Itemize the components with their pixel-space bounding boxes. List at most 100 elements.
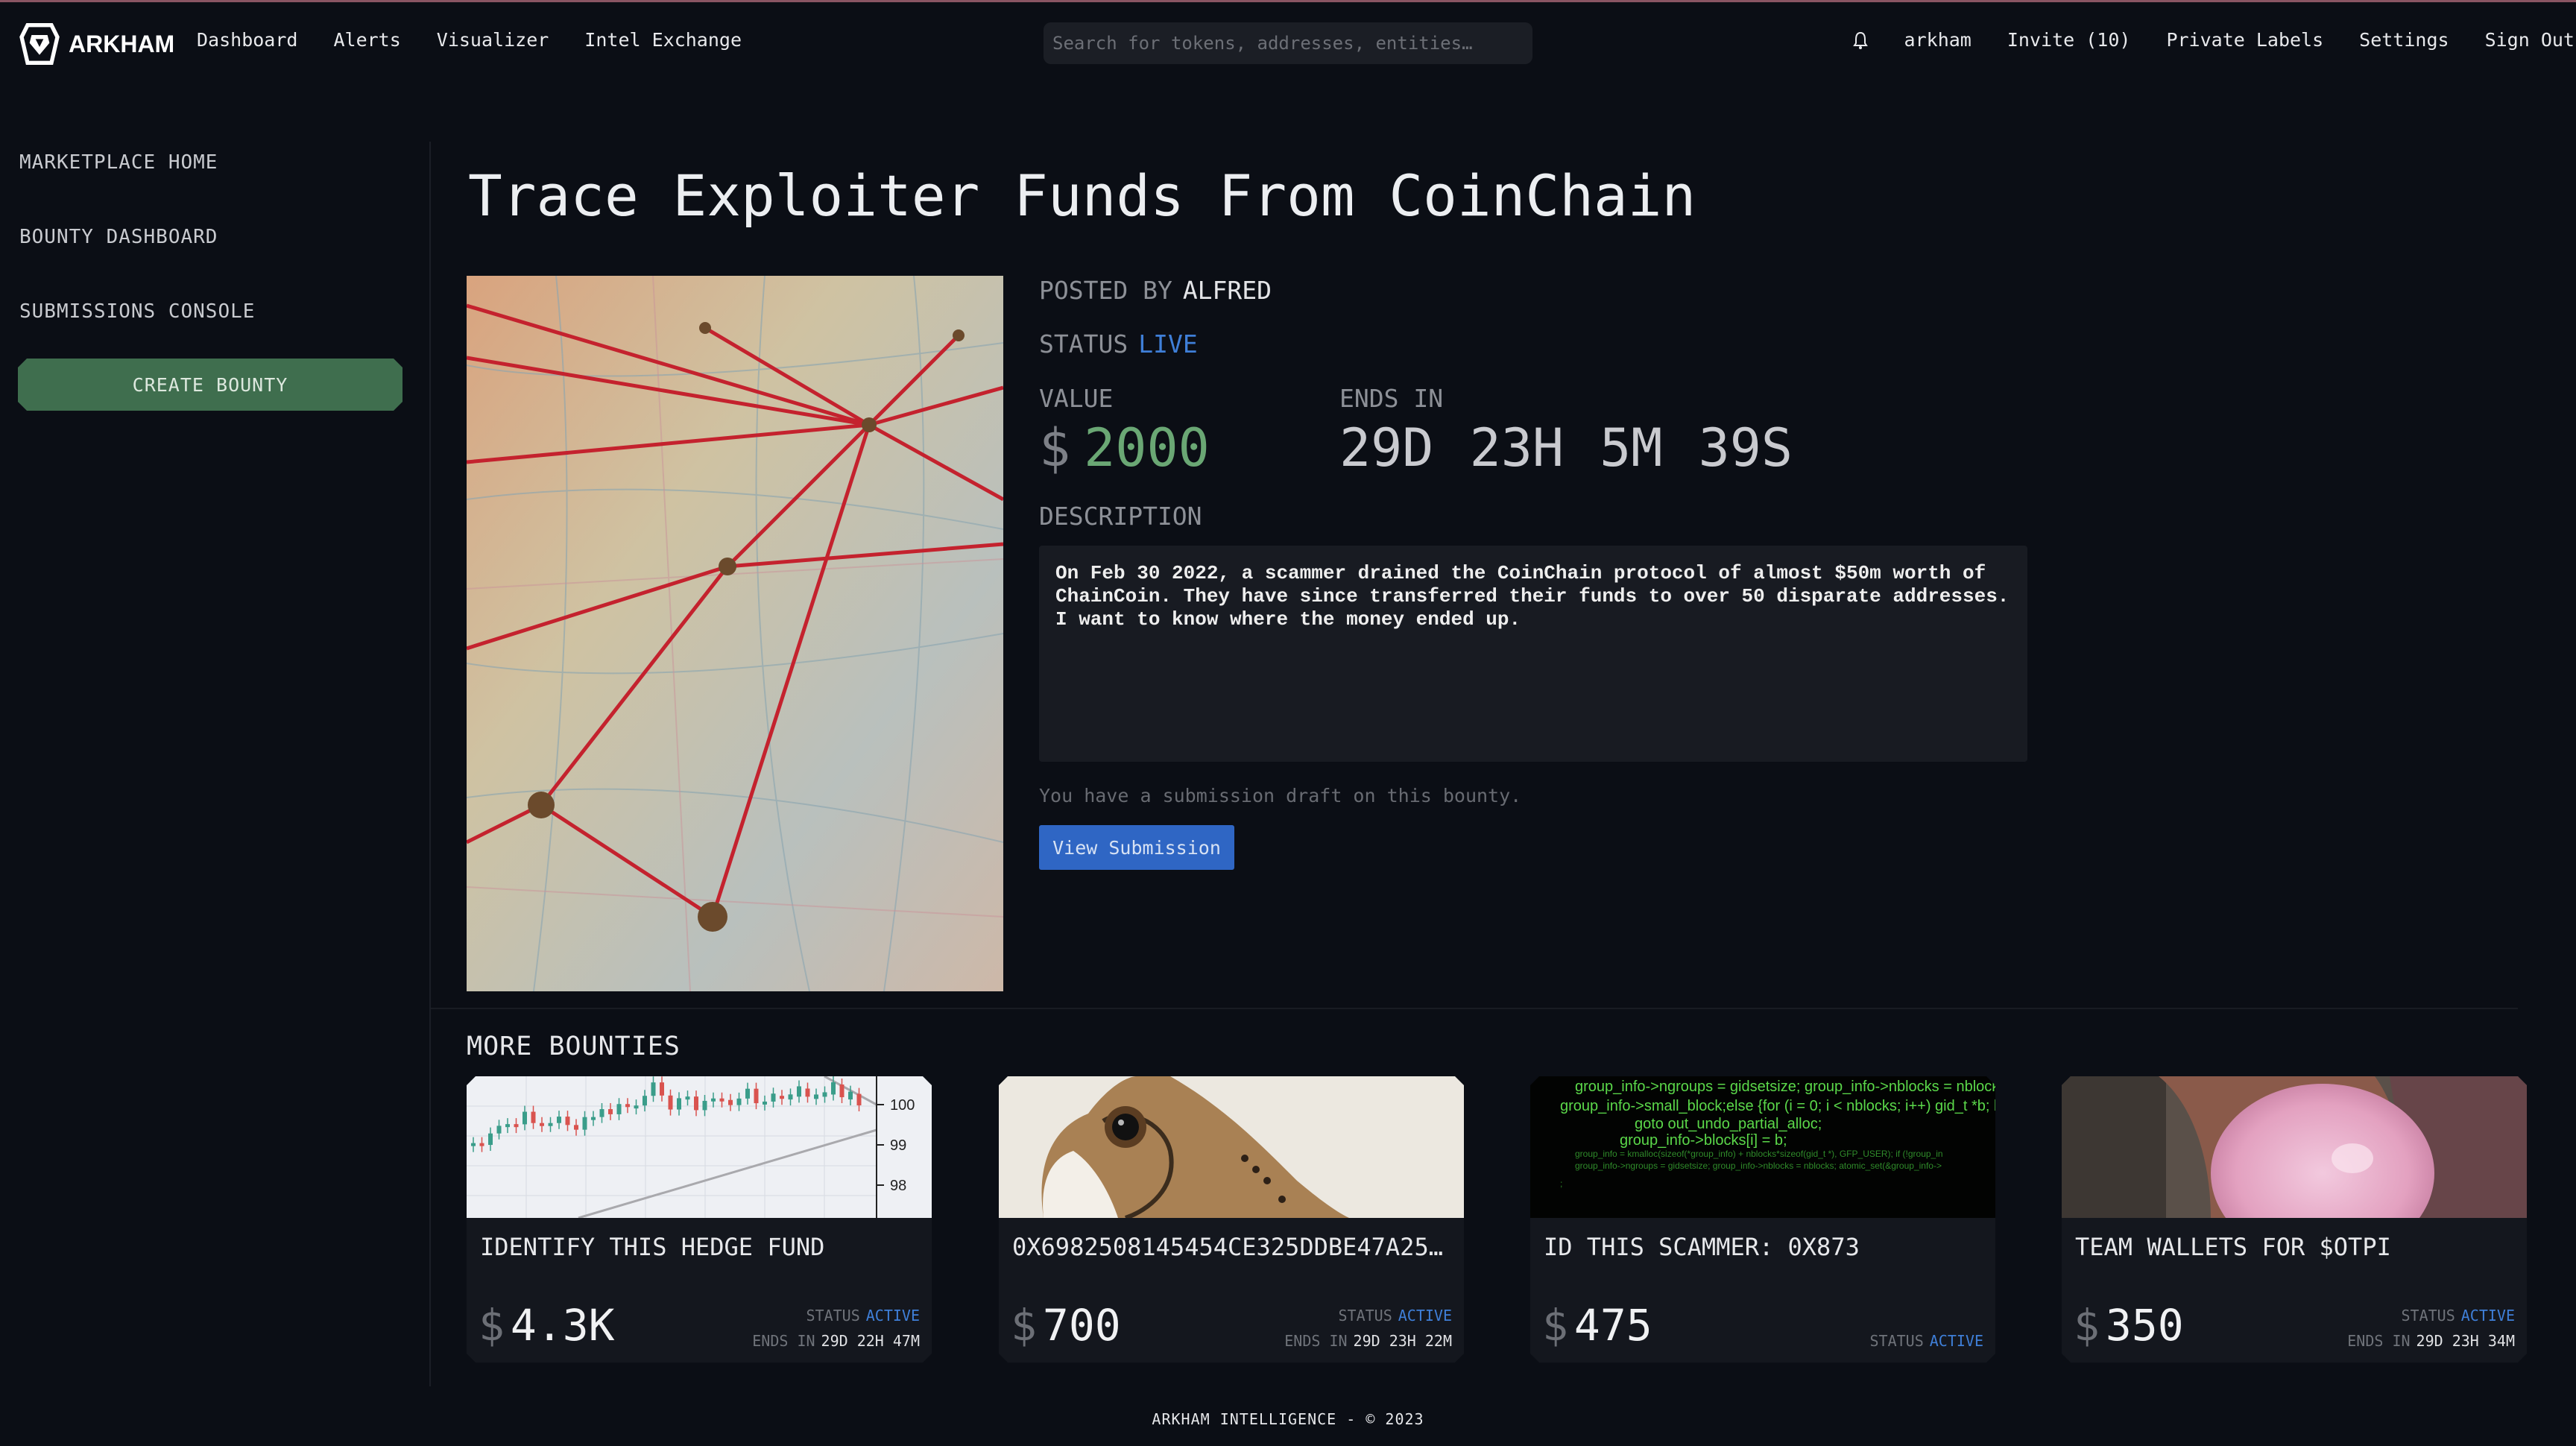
card-status-label: STATUS (2401, 1307, 2455, 1325)
card-ends-label: ENDS IN (1284, 1332, 1348, 1350)
candle-body (711, 1099, 716, 1102)
candle-body (471, 1143, 476, 1146)
card-value: $700 (1011, 1300, 1121, 1351)
candle-body (848, 1092, 853, 1099)
currency-symbol: $ (479, 1300, 505, 1351)
candle-body (857, 1094, 862, 1105)
more-bounties-title: MORE BOUNTIES (467, 1032, 681, 1061)
card-value-amount: 475 (1573, 1300, 1652, 1351)
card-status-label: STATUS (1869, 1332, 1924, 1350)
card-status-label: STATUS (806, 1307, 860, 1325)
card-ends-value: 29D 23H 34M (2416, 1332, 2515, 1350)
sidebar-item-marketplace-home[interactable]: MARKETPLACE HOME (19, 151, 218, 174)
view-submission-button[interactable]: View Submission (1039, 825, 1234, 870)
user-nav: arkham Invite (10) Private Labels Settin… (1852, 29, 2576, 51)
invite-link[interactable]: Invite (10) (2007, 29, 2131, 51)
sidebar-item-bounty-dashboard[interactable]: BOUNTY DASHBOARD (19, 226, 218, 248)
bell-icon[interactable] (1852, 31, 1869, 50)
bounty-title: Trace Exploiter Funds From CoinChain (468, 162, 1696, 229)
value-label: VALUE (1039, 384, 1114, 413)
arkham-logo[interactable]: ARKHAM (19, 23, 174, 65)
nav-dashboard[interactable]: Dashboard (197, 29, 297, 51)
description-box: On Feb 30 2022, a scammer drained the Co… (1039, 546, 2027, 762)
bounty-card[interactable]: TEAM WALLETS FOR $OTPI $350 STATUS ACTIVE… (2062, 1076, 2527, 1363)
candle-body (728, 1100, 733, 1105)
bounty-card[interactable]: 100 99 98 IDENTIFY THIS HEDGE FUND $4.3K… (467, 1076, 932, 1363)
bounty-card[interactable]: 0X6982508145454CE325DDBE47A25D… $700 STA… (999, 1076, 1464, 1363)
code-image: group_info->ngroups = gidsetsize; group_… (1530, 1076, 1995, 1218)
card-title: IDENTIFY THIS HEDGE FUND (480, 1233, 825, 1261)
candle-body (823, 1092, 827, 1096)
nav-intel-exchange[interactable]: Intel Exchange (584, 29, 742, 51)
candle-body (531, 1112, 536, 1123)
sidebar-item-submissions-console[interactable]: SUBMISSIONS CONSOLE (19, 300, 255, 323)
candle-body (694, 1096, 698, 1110)
candle-body (720, 1099, 724, 1102)
card-value: $350 (2074, 1300, 2184, 1351)
card-value-amount: 700 (1042, 1300, 1121, 1351)
candle-body (745, 1089, 750, 1099)
candle-body (814, 1094, 818, 1099)
candle-body (806, 1088, 810, 1096)
bounty-card[interactable]: group_info->ngroups = gidsetsize; group_… (1530, 1076, 1995, 1363)
card-ends-value: 29D 23H 22M (1353, 1332, 1452, 1350)
posted-by-user[interactable]: ALFRED (1183, 276, 1272, 305)
status-row: STATUS LIVE (1039, 329, 1198, 359)
bounty-image (467, 276, 1003, 991)
code-line: group_info->small_block;else {for (i = 0… (1560, 1098, 1995, 1114)
candle-body (771, 1093, 776, 1102)
candle-body (557, 1117, 561, 1123)
candle-body (754, 1089, 759, 1103)
posted-by-row: POSTED BY ALFRED (1039, 276, 1272, 305)
candle-body (523, 1112, 527, 1125)
candle-body (703, 1101, 707, 1110)
candle-body (514, 1124, 519, 1127)
nav-alerts[interactable]: Alerts (333, 29, 400, 51)
arkham-logo-icon (19, 23, 60, 65)
candle-body (549, 1123, 553, 1126)
candle-body (686, 1096, 690, 1099)
candle-body (617, 1104, 622, 1114)
axis-tick-100: 100 (890, 1097, 915, 1114)
settings-link[interactable]: Settings (2359, 29, 2449, 51)
axis-tick-99: 99 (890, 1137, 906, 1154)
value-amount: 2000 (1084, 417, 1210, 479)
candle-body (540, 1123, 544, 1126)
card-title: ID THIS SCAMMER: 0X873 (1544, 1233, 1860, 1261)
code-line: goto out_undo_partial_alloc; (1635, 1116, 1822, 1132)
card-title: TEAM WALLETS FOR $OTPI (2075, 1233, 2391, 1261)
candle-body (651, 1082, 656, 1096)
candle-body (643, 1096, 647, 1105)
candle-body (566, 1117, 570, 1125)
status-label: STATUS (1039, 329, 1128, 359)
code-line: group_info->blocks[i] = b; (1620, 1132, 1787, 1149)
search-input[interactable] (1044, 22, 1532, 64)
card-status: STATUS ACTIVE (1339, 1307, 1453, 1325)
main-nav: Dashboard Alerts Visualizer Intel Exchan… (197, 29, 742, 51)
card-status-value: ACTIVE (1398, 1307, 1452, 1325)
candle-body (797, 1086, 801, 1096)
candle-body (660, 1082, 664, 1096)
countdown: 29D 23H 5M 39S (1339, 417, 1793, 479)
section-divider (431, 1008, 2518, 1009)
svg-text:group_info->ngroups = gidsetsi: group_info->ngroups = gidsetsize; group_… (1575, 1161, 1942, 1171)
private-labels-link[interactable]: Private Labels (2166, 29, 2323, 51)
bubblegum-portrait-image (2062, 1076, 2527, 1218)
svg-text:group_info = kmalloc(sizeof(*g: group_info = kmalloc(sizeof(*group_info)… (1575, 1149, 1943, 1159)
user-menu[interactable]: arkham (1904, 29, 1972, 51)
sidebar-divider (429, 142, 431, 1386)
candle-body (600, 1109, 604, 1117)
currency-symbol: $ (1011, 1300, 1037, 1351)
frog-image (999, 1076, 1464, 1218)
candle-body (669, 1096, 673, 1110)
top-navbar: ARKHAM Dashboard Alerts Visualizer Intel… (0, 2, 2576, 81)
candle-body (488, 1134, 493, 1145)
candlestick-chart-image: 100 99 98 (467, 1076, 932, 1218)
create-bounty-button[interactable]: CREATE BOUNTY (18, 359, 402, 411)
candle-body (780, 1096, 784, 1099)
nav-visualizer[interactable]: Visualizer (437, 29, 549, 51)
sign-out-link[interactable]: Sign Out (2485, 29, 2575, 51)
card-ends-in: ENDS IN 29D 22H 47M (752, 1332, 920, 1350)
candle-body (608, 1109, 613, 1114)
candle-body (497, 1125, 502, 1133)
